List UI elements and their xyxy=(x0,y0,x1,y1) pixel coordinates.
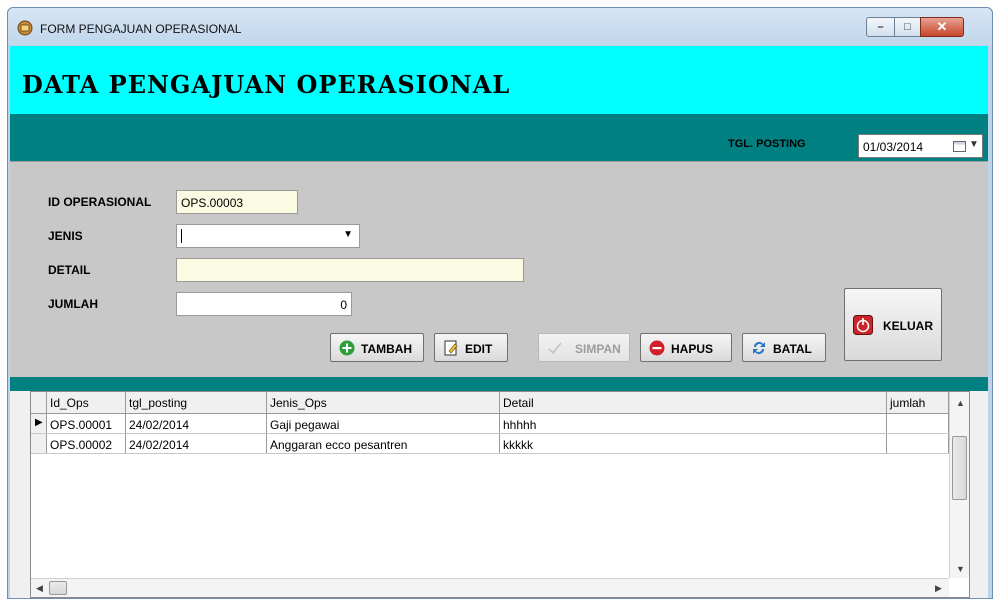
cell-jumlah[interactable] xyxy=(887,414,949,433)
edit-button[interactable]: EDIT xyxy=(434,333,508,362)
section-divider xyxy=(10,377,988,391)
jumlah-field[interactable]: 0 xyxy=(176,292,352,316)
minus-icon xyxy=(649,340,665,356)
window-title: FORM PENGAJUAN OPERASIONAL xyxy=(40,22,242,36)
cell-jumlah[interactable] xyxy=(887,434,949,453)
posting-band xyxy=(10,114,988,161)
app-window: FORM PENGAJUAN OPERASIONAL – □ ✕ DATA PE… xyxy=(7,7,993,599)
cell-id-ops[interactable]: OPS.00001 xyxy=(47,414,126,433)
row-indicator xyxy=(31,434,47,453)
scroll-up-icon[interactable]: ▲ xyxy=(956,398,965,408)
tambah-label: TAMBAH xyxy=(361,342,413,356)
hapus-label: HAPUS xyxy=(671,342,714,356)
scroll-right-icon[interactable]: ▶ xyxy=(935,583,942,594)
close-button[interactable]: ✕ xyxy=(920,17,964,37)
chevron-down-icon[interactable]: ▼ xyxy=(343,229,353,240)
form-client-area: DATA PENGAJUAN OPERASIONAL TGL. POSTING … xyxy=(10,46,988,598)
column-header-jenis-ops[interactable]: Jenis_Ops xyxy=(267,392,500,413)
tambah-button[interactable]: TAMBAH xyxy=(330,333,424,362)
plus-icon xyxy=(339,340,355,356)
chevron-down-icon[interactable]: ▼ xyxy=(969,139,979,150)
horizontal-scrollbar[interactable]: ◀ ▶ xyxy=(31,578,949,597)
simpan-label: SIMPAN xyxy=(575,342,621,356)
maximize-icon: □ xyxy=(904,21,911,33)
row-indicator: ▶ xyxy=(31,414,47,433)
current-row-arrow-icon: ▶ xyxy=(35,417,43,428)
cell-detail[interactable]: hhhhh xyxy=(500,414,887,433)
horizontal-scroll-thumb[interactable] xyxy=(49,581,67,595)
jumlah-label: JUMLAH xyxy=(48,297,98,311)
keluar-button[interactable]: KELUAR xyxy=(844,288,942,361)
operasional-grid[interactable]: Id_Ops tgl_posting Jenis_Ops Detail juml… xyxy=(30,391,970,598)
checkmark-icon xyxy=(548,342,562,355)
hapus-button[interactable]: HAPUS xyxy=(640,333,732,362)
table-row[interactable]: ▶ OPS.00001 24/02/2014 Gaji pegawai hhhh… xyxy=(31,414,949,434)
grid-header: Id_Ops tgl_posting Jenis_Ops Detail juml… xyxy=(31,392,949,414)
column-header-jumlah[interactable]: jumlah xyxy=(887,392,949,413)
refresh-icon xyxy=(753,342,765,354)
row-indicator-header xyxy=(31,392,47,413)
batal-label: BATAL xyxy=(773,342,812,356)
app-icon xyxy=(17,20,33,36)
calendar-icon[interactable] xyxy=(953,141,966,152)
jenis-combobox[interactable]: ▼ xyxy=(176,224,360,248)
vertical-scroll-thumb[interactable] xyxy=(952,436,967,500)
cell-detail[interactable]: kkkkk xyxy=(500,434,887,453)
edit-icon xyxy=(444,340,458,356)
table-row[interactable]: OPS.00002 24/02/2014 Anggaran ecco pesan… xyxy=(31,434,949,454)
text-cursor xyxy=(181,229,182,243)
minimize-button[interactable]: – xyxy=(866,17,895,37)
cell-jenis-ops[interactable]: Anggaran ecco pesantren xyxy=(267,434,500,453)
column-header-id-ops[interactable]: Id_Ops xyxy=(47,392,126,413)
cell-tgl-posting[interactable]: 24/02/2014 xyxy=(126,434,267,453)
edit-label: EDIT xyxy=(465,342,493,356)
power-icon xyxy=(853,315,873,335)
page-title: DATA PENGAJUAN OPERASIONAL xyxy=(22,70,511,99)
cell-tgl-posting[interactable]: 24/02/2014 xyxy=(126,414,267,433)
header-band: DATA PENGAJUAN OPERASIONAL xyxy=(10,46,988,114)
detail-field[interactable] xyxy=(176,258,524,282)
cell-id-ops[interactable]: OPS.00002 xyxy=(47,434,126,453)
title-bar[interactable]: FORM PENGAJUAN OPERASIONAL – □ ✕ xyxy=(8,8,992,45)
cell-jenis-ops[interactable]: Gaji pegawai xyxy=(267,414,500,433)
scroll-left-icon[interactable]: ◀ xyxy=(36,583,43,594)
posting-date-label: TGL. POSTING xyxy=(728,138,806,150)
simpan-button[interactable]: SIMPAN xyxy=(538,333,630,362)
jenis-label: JENIS xyxy=(48,229,83,243)
keluar-label: KELUAR xyxy=(883,319,933,333)
column-header-detail[interactable]: Detail xyxy=(500,392,887,413)
detail-label: DETAIL xyxy=(48,263,91,277)
posting-date-picker[interactable]: 01/03/2014 ▼ xyxy=(858,134,983,158)
minimize-icon: – xyxy=(877,21,884,33)
column-header-tgl-posting[interactable]: tgl_posting xyxy=(126,392,267,413)
scroll-down-icon[interactable]: ▼ xyxy=(956,564,965,574)
batal-button[interactable]: BATAL xyxy=(742,333,826,362)
id-operasional-label: ID OPERASIONAL xyxy=(48,195,152,209)
id-operasional-field[interactable]: OPS.00003 xyxy=(176,190,298,214)
vertical-scrollbar[interactable]: ▲ ▼ xyxy=(949,392,969,578)
posting-date-value: 01/03/2014 xyxy=(863,140,924,154)
close-icon: ✕ xyxy=(936,19,948,34)
maximize-button[interactable]: □ xyxy=(894,17,921,37)
